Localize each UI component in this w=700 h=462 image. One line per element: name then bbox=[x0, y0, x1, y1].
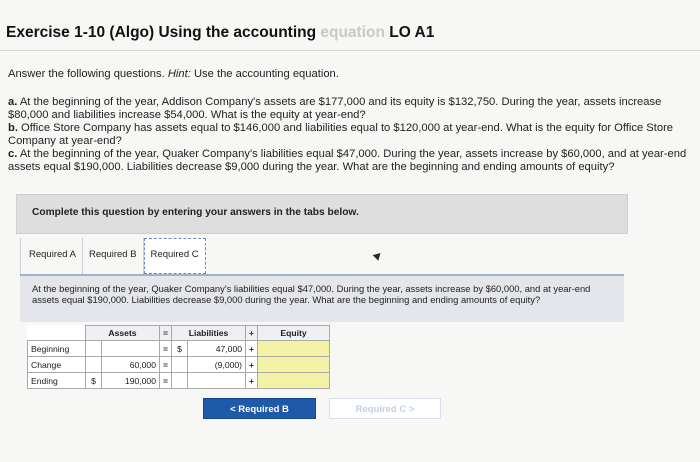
header-blank bbox=[27, 325, 86, 341]
assets-dollar: $ bbox=[85, 372, 102, 389]
plus-sign: + bbox=[245, 372, 259, 389]
question-panel: At the beginning of the year, Quaker Com… bbox=[20, 274, 624, 322]
question-a: a. At the beginning of the year, Addison… bbox=[8, 96, 662, 122]
hint-label: Hint: bbox=[167, 68, 191, 80]
ending-equity-input[interactable] bbox=[257, 372, 331, 389]
beginning-liabilities-value: 47,000 bbox=[187, 340, 247, 357]
next-required-c-button[interactable]: Required C > bbox=[329, 398, 441, 419]
row-label: Change bbox=[27, 356, 86, 373]
header-liabilities: Liabilities bbox=[171, 325, 247, 341]
change-assets-value: 60,000 bbox=[101, 356, 160, 373]
equals-sign: = bbox=[158, 372, 173, 389]
page-title: Exercise 1-10 (Algo) Using the accountin… bbox=[6, 24, 435, 41]
plus-sign: + bbox=[245, 356, 259, 373]
change-equity-input[interactable] bbox=[257, 356, 331, 373]
header-plus: + bbox=[245, 325, 259, 341]
panel-question-text: At the beginning of the year, Quaker Com… bbox=[32, 283, 591, 305]
table-row-change: Change 60,000 = (9,000) + bbox=[27, 356, 331, 373]
prev-required-b-button[interactable]: < Required B bbox=[203, 398, 316, 419]
equals-sign: = bbox=[158, 356, 173, 373]
mouse-cursor-icon bbox=[372, 250, 384, 261]
ending-assets-value: 190,000 bbox=[101, 372, 160, 389]
row-label: Ending bbox=[27, 372, 86, 389]
assets-dollar bbox=[85, 356, 102, 373]
intro-text: Answer the following questions. Hint: Us… bbox=[8, 68, 339, 80]
row-label: Beginning bbox=[27, 340, 86, 357]
plus-sign: + bbox=[245, 340, 259, 357]
title-divider bbox=[0, 50, 700, 51]
ending-liabilities-input[interactable] bbox=[187, 372, 247, 389]
liabilities-dollar bbox=[171, 356, 189, 373]
table-row-ending: Ending $ 190,000 = + bbox=[27, 372, 331, 389]
tab-required-c[interactable]: Required C bbox=[143, 238, 206, 274]
header-assets: Assets bbox=[85, 325, 160, 341]
accounting-equation-table: Assets = Liabilities + Equity Beginning … bbox=[27, 325, 331, 389]
assets-dollar bbox=[85, 340, 102, 357]
question-c: c. At the beginning of the year, Quaker … bbox=[8, 148, 687, 174]
instruction-text: Complete this question by entering your … bbox=[32, 207, 359, 218]
change-liabilities-value: (9,000) bbox=[187, 356, 247, 373]
instruction-box: Complete this question by entering your … bbox=[16, 194, 628, 234]
header-equals: = bbox=[158, 325, 173, 341]
title-faded-word: equation bbox=[320, 24, 385, 41]
tab-required-b[interactable]: Required B bbox=[83, 238, 144, 274]
liabilities-dollar: $ bbox=[171, 340, 189, 357]
beginning-equity-input[interactable] bbox=[257, 340, 331, 357]
liabilities-dollar bbox=[171, 372, 189, 389]
table-row-beginning: Beginning = $ 47,000 + bbox=[27, 340, 331, 357]
tab-required-a[interactable]: Required A bbox=[20, 238, 84, 274]
table-header-row: Assets = Liabilities + Equity bbox=[27, 325, 331, 341]
question-b: b. Office Store Company has assets equal… bbox=[8, 122, 674, 148]
tab-bar: Required A Required B Required C bbox=[20, 238, 206, 274]
question-list: a. At the beginning of the year, Addison… bbox=[8, 96, 692, 175]
exercise-page: Exercise 1-10 (Algo) Using the accountin… bbox=[0, 0, 700, 462]
beginning-assets-input[interactable] bbox=[101, 340, 160, 357]
equals-sign: = bbox=[158, 340, 173, 357]
header-equity: Equity bbox=[257, 325, 331, 341]
